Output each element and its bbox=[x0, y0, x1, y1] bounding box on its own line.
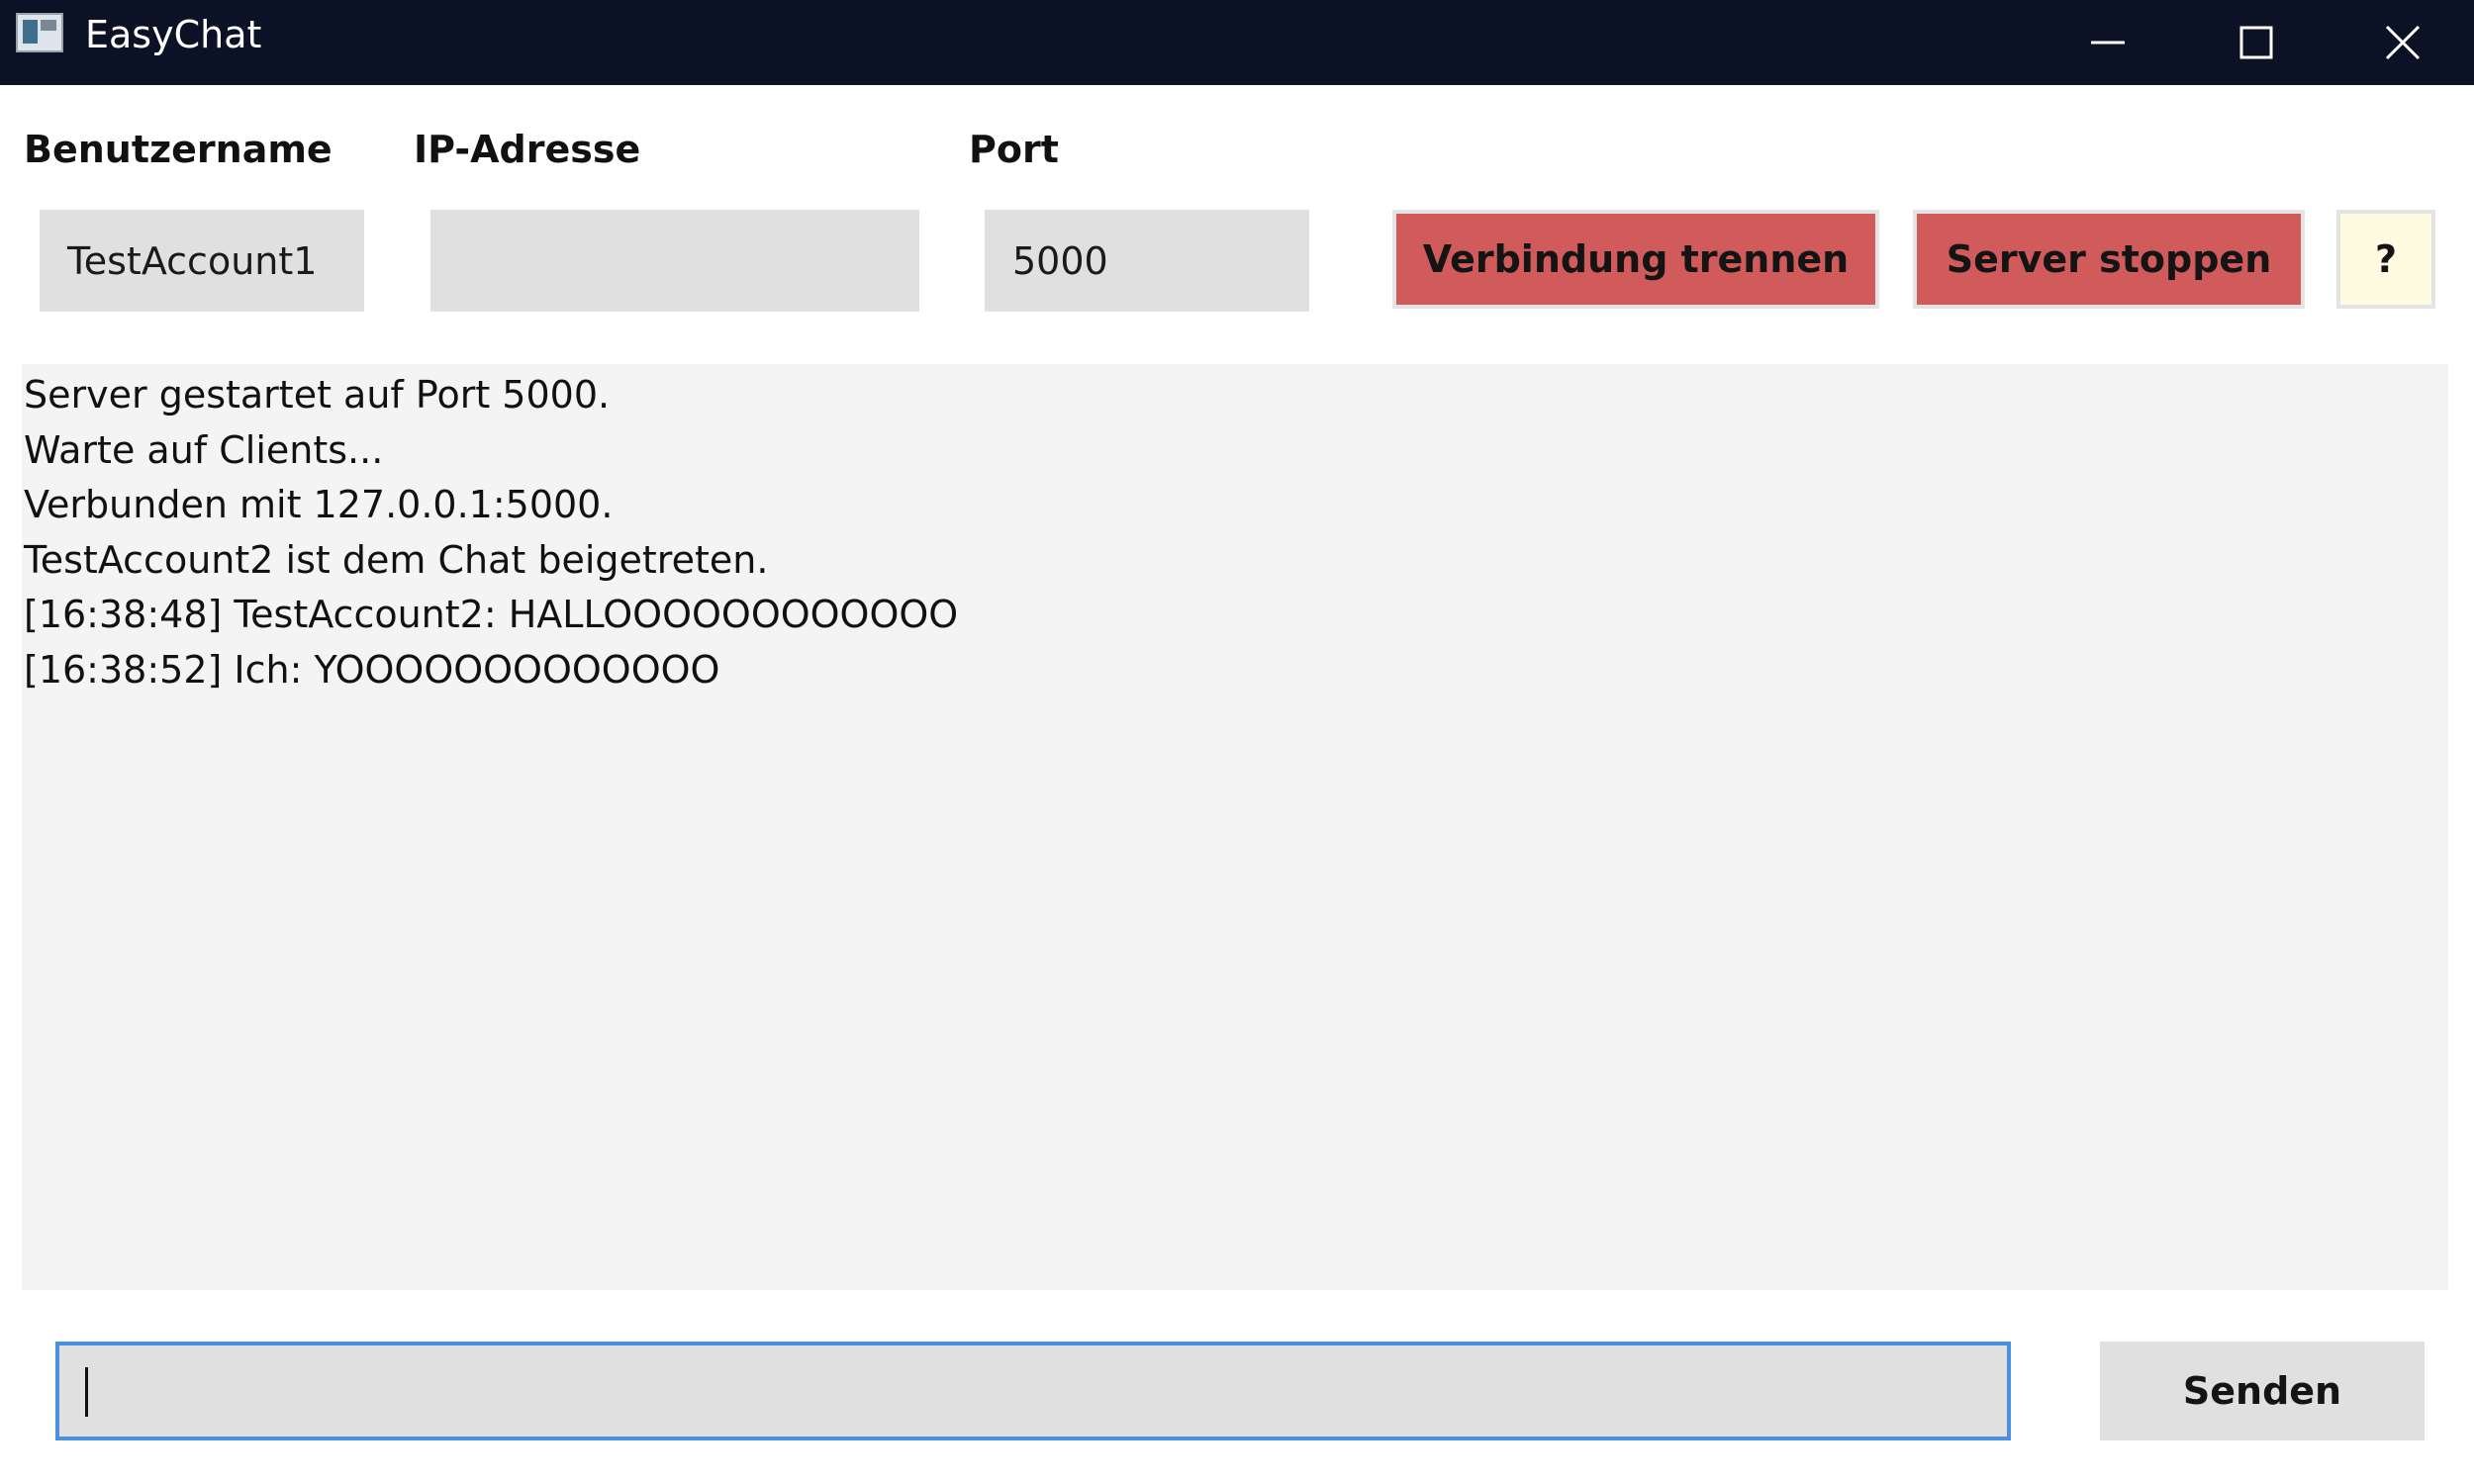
ip-address-label: IP-Adresse bbox=[414, 128, 641, 171]
chat-line: [16:38:48] TestAccount2: HALLOOOOOOOOOOO… bbox=[24, 593, 959, 636]
message-input[interactable] bbox=[55, 1342, 2011, 1440]
close-icon bbox=[2385, 25, 2420, 60]
port-label: Port bbox=[969, 128, 1059, 171]
minimize-icon bbox=[2091, 41, 2125, 45]
chat-log[interactable]: Server gestartet auf Port 5000. Warte au… bbox=[22, 364, 2448, 1290]
username-input[interactable]: TestAccount1 bbox=[40, 210, 364, 312]
minimize-button[interactable] bbox=[2034, 0, 2182, 85]
ip-address-input[interactable] bbox=[430, 210, 919, 312]
stop-server-button[interactable]: Server stoppen bbox=[1913, 210, 2305, 309]
chat-line: Verbunden mit 127.0.0.1:5000. bbox=[24, 483, 614, 526]
easychat-window: EasyChat Benutzername IP-Adresse Port Te… bbox=[0, 0, 2474, 1484]
title-bar[interactable]: EasyChat bbox=[0, 0, 2474, 85]
chat-line: TestAccount2 ist dem Chat beigetreten. bbox=[24, 537, 769, 582]
close-button[interactable] bbox=[2331, 0, 2474, 85]
chat-line: Warte auf Clients... bbox=[24, 427, 384, 472]
text-caret bbox=[85, 1367, 88, 1417]
disconnect-button[interactable]: Verbindung trennen bbox=[1392, 210, 1879, 309]
username-label: Benutzername bbox=[24, 128, 333, 171]
port-input[interactable]: 5000 bbox=[985, 210, 1309, 312]
window-title: EasyChat bbox=[85, 13, 262, 56]
help-button[interactable]: ? bbox=[2336, 210, 2435, 309]
app-window-icon bbox=[16, 13, 63, 52]
chat-line: [16:38:52] Ich: YOOOOOOOOOOOOO bbox=[24, 647, 720, 692]
chat-line: Server gestartet auf Port 5000. bbox=[24, 373, 611, 417]
maximize-icon bbox=[2239, 26, 2273, 59]
maximize-button[interactable] bbox=[2182, 0, 2331, 85]
send-button[interactable]: Senden bbox=[2100, 1342, 2425, 1440]
